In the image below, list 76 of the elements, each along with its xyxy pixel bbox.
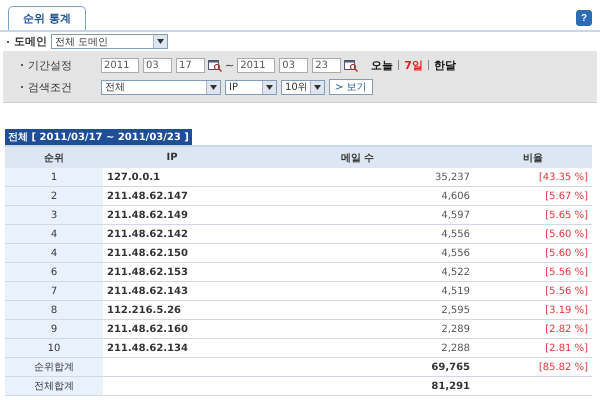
table-cell: 4,519 (241, 282, 474, 300)
table-cell: 7 (5, 282, 103, 300)
table-cell: 211.48.62.143 (103, 282, 241, 300)
calendar-icon[interactable] (208, 58, 222, 72)
table-cell: [43.35 %] (474, 168, 592, 186)
table-cell: 8 (5, 300, 103, 320)
tab[interactable]: 순위 통계 (8, 6, 86, 30)
table-cell: [2.81 %] (474, 338, 592, 358)
date-field[interactable]: 03 (143, 58, 172, 72)
date-field[interactable]: 23 (312, 58, 342, 72)
table-cell: 10 (5, 338, 103, 358)
table-cell: 69,765 (241, 358, 474, 376)
view-button[interactable]: > 보기 (329, 79, 373, 95)
table-cell: 6 (5, 262, 103, 282)
table-cell: 4,556 (241, 244, 474, 262)
caret-icon (266, 84, 273, 90)
column-header: IP (103, 146, 241, 168)
table-cell: 211.48.62.142 (103, 224, 241, 244)
table-cell: [5.56 %] (474, 262, 592, 282)
table-cell: 순위합계 (5, 358, 103, 376)
column-header: 메일 수 (241, 146, 474, 168)
calendar-icon[interactable] (344, 58, 358, 72)
table-cell: [85.82 %] (474, 358, 592, 376)
table-cell: 3 (5, 206, 103, 224)
dropdown[interactable]: 전체 도메인 (51, 34, 168, 49)
table-cell: 211.48.62.160 (103, 320, 241, 338)
column-header: 순위 (5, 146, 103, 168)
table-cell: 4 (5, 244, 103, 262)
table-cell: 4,597 (241, 206, 474, 224)
table-cell: 2,595 (241, 300, 474, 320)
table-cell: 전체합계 (5, 376, 103, 396)
field-label: 도메인 (14, 34, 47, 49)
table-cell: [5.67 %] (474, 186, 592, 206)
table-cell: 4,556 (241, 224, 474, 244)
date-field[interactable]: 17 (176, 58, 205, 72)
period-link[interactable]: 7일 (404, 58, 423, 72)
table-cell: 4,606 (241, 186, 474, 206)
period-link[interactable]: 오늘 (371, 58, 394, 72)
table-cell: 2,289 (241, 320, 474, 338)
table-cell: [3.19 %] (474, 300, 592, 320)
dropdown[interactable]: 전체 (101, 80, 221, 94)
caret-icon (314, 84, 321, 90)
date-field[interactable]: 03 (279, 58, 308, 72)
table-cell: 9 (5, 320, 103, 338)
help-button[interactable]: ? (576, 10, 592, 26)
table-cell: 211.48.62.134 (103, 338, 241, 358)
table-cell: [5.65 %] (474, 206, 592, 224)
caret-icon (210, 84, 217, 90)
table-cell: 2 (5, 186, 103, 206)
period-link[interactable]: 한달 (434, 58, 456, 72)
table-cell: [5.60 %] (474, 244, 592, 262)
column-header: 비율 (474, 146, 592, 168)
table-cell: 127.0.0.1 (103, 168, 241, 186)
table-caption: 전체 [ 2011/03/17 ~ 2011/03/23 ] (5, 129, 192, 145)
dropdown[interactable]: 10위 (281, 80, 325, 94)
range-separator: ~ (225, 58, 234, 72)
date-field[interactable]: 2011 (101, 58, 139, 72)
dropdown[interactable]: IP (225, 80, 277, 94)
date-field[interactable]: 2011 (237, 58, 276, 72)
table-cell: 35,237 (241, 168, 474, 186)
table-cell: [5.56 %] (474, 282, 592, 300)
table-cell: [5.60 %] (474, 224, 592, 244)
table-cell: 4 (5, 224, 103, 244)
table-cell: 211.48.62.153 (103, 262, 241, 282)
table-cell: 1 (5, 168, 103, 186)
table-cell: 211.48.62.149 (103, 206, 241, 224)
field-label: 검색조건 (28, 80, 72, 94)
table-cell: 211.48.62.150 (103, 244, 241, 262)
table-cell: 112.216.5.26 (103, 300, 241, 320)
field-label: 기간설정 (28, 58, 72, 72)
table-cell: 4,522 (241, 262, 474, 282)
table-cell: 2,288 (241, 338, 474, 358)
caret-icon (157, 39, 164, 44)
table-cell: [2.82 %] (474, 320, 592, 338)
table-cell: 81,291 (241, 376, 474, 396)
table-cell: 211.48.62.147 (103, 186, 241, 206)
